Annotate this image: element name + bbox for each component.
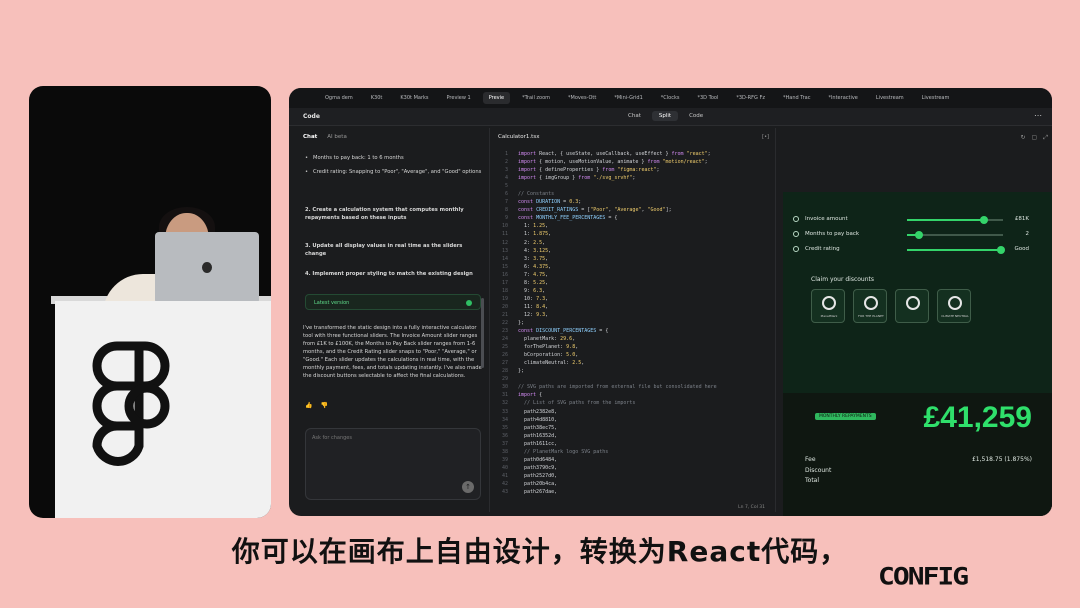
latest-version-label: Latest version <box>314 300 350 306</box>
chat-input-box: ↑ <box>305 428 481 500</box>
slider-handle[interactable] <box>914 231 923 239</box>
file-name: Calculator1.tsx <box>498 134 540 140</box>
claim-title: Claim your discounts <box>811 276 875 283</box>
refresh-icon[interactable]: ↻ <box>1020 134 1025 142</box>
file-menu-icon[interactable]: [•] <box>762 134 769 140</box>
browser-tab[interactable]: Ogma dem <box>319 92 359 104</box>
thumbs-down-icon[interactable]: 👎 <box>320 402 327 409</box>
preview-toolbar: ↻ ▢ ⤢ <box>1020 134 1048 142</box>
figma-window: Ogma dem K30t K30t Marks Preview 1 Previe *Tr… <box>289 88 1052 516</box>
browser-tab[interactable]: *Hand Trac <box>777 92 816 104</box>
fee-label: Fee <box>805 456 816 463</box>
monthly-repayments-badge: MONTHLY REPAYMENTS <box>815 413 876 420</box>
step-item: 3. Update all display values in real tim… <box>305 243 463 258</box>
split-view-button[interactable]: Split <box>651 111 679 121</box>
browser-tab[interactable]: K30t <box>365 92 389 104</box>
window-icon[interactable]: ▢ <box>1032 134 1038 142</box>
browser-tab[interactable]: Livestream <box>870 92 910 104</box>
invoice-amount-slider[interactable] <box>907 216 1003 224</box>
feedback-buttons: 👍 👎 <box>305 402 328 409</box>
thumbs-up-icon[interactable]: 👍 <box>305 402 312 409</box>
slider-handle[interactable] <box>997 246 1006 254</box>
chat-panel: Chat AI beta Months to pay back: 1 to 6 … <box>299 128 485 508</box>
step-item: 4. Implement proper styling to match the… <box>305 271 473 277</box>
check-icon <box>466 300 472 306</box>
discount-climate-button[interactable]: CLIMATE NEUTRAL <box>937 289 971 323</box>
browser-tab[interactable]: *Moves-Ott <box>562 92 602 104</box>
browser-tab[interactable]: Previe <box>482 92 511 104</box>
planet-icon <box>864 296 878 310</box>
code-view-button[interactable]: Code <box>682 111 710 121</box>
laptop <box>155 232 259 304</box>
planetmark-icon <box>822 296 836 310</box>
ask-input[interactable] <box>312 435 462 441</box>
slider-fill <box>907 219 984 221</box>
credit-rating-slider[interactable] <box>907 246 1006 254</box>
discount-bcorp-button[interactable] <box>895 289 929 323</box>
clock-icon <box>793 231 799 237</box>
monthly-repayment-value: £41,259 <box>923 401 1032 434</box>
browser-tab[interactable]: *3D Tool <box>692 92 725 104</box>
browser-tab-bar: Ogma dem K30t K30t Marks Preview 1 Previe *Tr… <box>289 88 1052 108</box>
browser-tab[interactable]: Preview 1 <box>441 92 477 104</box>
repayment-summary: MONTHLY REPAYMENTS £41,259 Fee £1,518.75… <box>783 393 1052 516</box>
list-item: Credit rating: Snapping to "Poor", "Aver… <box>305 168 485 176</box>
slider-row: Invoice amount £81K <box>793 215 1039 225</box>
list-item: Months to pay back: 1 to 6 months <box>305 154 485 162</box>
expand-icon[interactable]: ⤢ <box>1043 134 1048 142</box>
view-toggle: Chat Split Code <box>621 111 710 121</box>
discount-planetmark-button[interactable]: PlanetMark <box>811 289 845 323</box>
slider-row: Months to pay back 2 <box>793 230 1039 240</box>
slider-fill <box>907 249 1002 251</box>
code-lines[interactable]: 1 import React, { useState, useCallback, … <box>496 150 717 496</box>
browser-tab[interactable]: *Interactive <box>822 92 863 104</box>
chat-tabs: Chat AI beta <box>299 128 485 146</box>
browser-tab[interactable]: *3D-RFG Fz <box>730 92 771 104</box>
months-slider[interactable] <box>907 231 1003 239</box>
config-logo: CONFIG <box>878 562 969 591</box>
slider-handle[interactable] <box>979 216 988 224</box>
speaker-video <box>29 86 271 518</box>
total-label: Total <box>805 477 820 484</box>
send-icon[interactable]: ↑ <box>462 481 474 493</box>
slider-row: Credit rating Good <box>793 245 1039 255</box>
bcorp-icon <box>906 296 920 310</box>
more-icon[interactable]: ⋯ <box>1034 111 1042 120</box>
preview-panel: ↻ ▢ ⤢ Invoice amount £81K Months to pay … <box>779 128 1052 516</box>
tab-chat[interactable]: Chat <box>303 134 317 140</box>
browser-tab[interactable]: Livestream <box>916 92 956 104</box>
discount-label: Discount <box>805 467 832 474</box>
assistant-reply: I've transformed the static design into … <box>303 325 482 380</box>
app-title: Code <box>303 113 320 120</box>
step-item: 2. Create a calculation system that comp… <box>305 207 464 222</box>
figma-logo-icon <box>92 341 170 466</box>
tab-ai-beta[interactable]: AI beta <box>327 134 347 140</box>
browser-tab[interactable]: *Mini-Grid1 <box>608 92 648 104</box>
chat-view-button[interactable]: Chat <box>621 111 648 121</box>
app-header: Code Chat Split Code ⋯ <box>289 108 1052 126</box>
chat-scrollbar[interactable] <box>481 298 484 368</box>
latest-version-card[interactable]: Latest version <box>305 294 481 310</box>
cursor-position: Ln 7, Col 31 <box>738 505 765 510</box>
invoice-icon <box>793 216 799 222</box>
chart-icon <box>793 246 799 252</box>
code-editor: Calculator1.tsx [•] 1 import React, { use… <box>489 128 776 512</box>
browser-tab[interactable]: K30t Marks <box>394 92 434 104</box>
apple-logo-icon <box>202 262 212 273</box>
discount-forplanet-button[interactable]: FOR THE PLANET <box>853 289 887 323</box>
browser-tab[interactable]: *Trail zoom <box>516 92 556 104</box>
climate-icon <box>948 296 962 310</box>
fee-value: £1,518.75 (1.875%) <box>971 456 1032 463</box>
browser-tab[interactable]: *Clocks <box>655 92 686 104</box>
